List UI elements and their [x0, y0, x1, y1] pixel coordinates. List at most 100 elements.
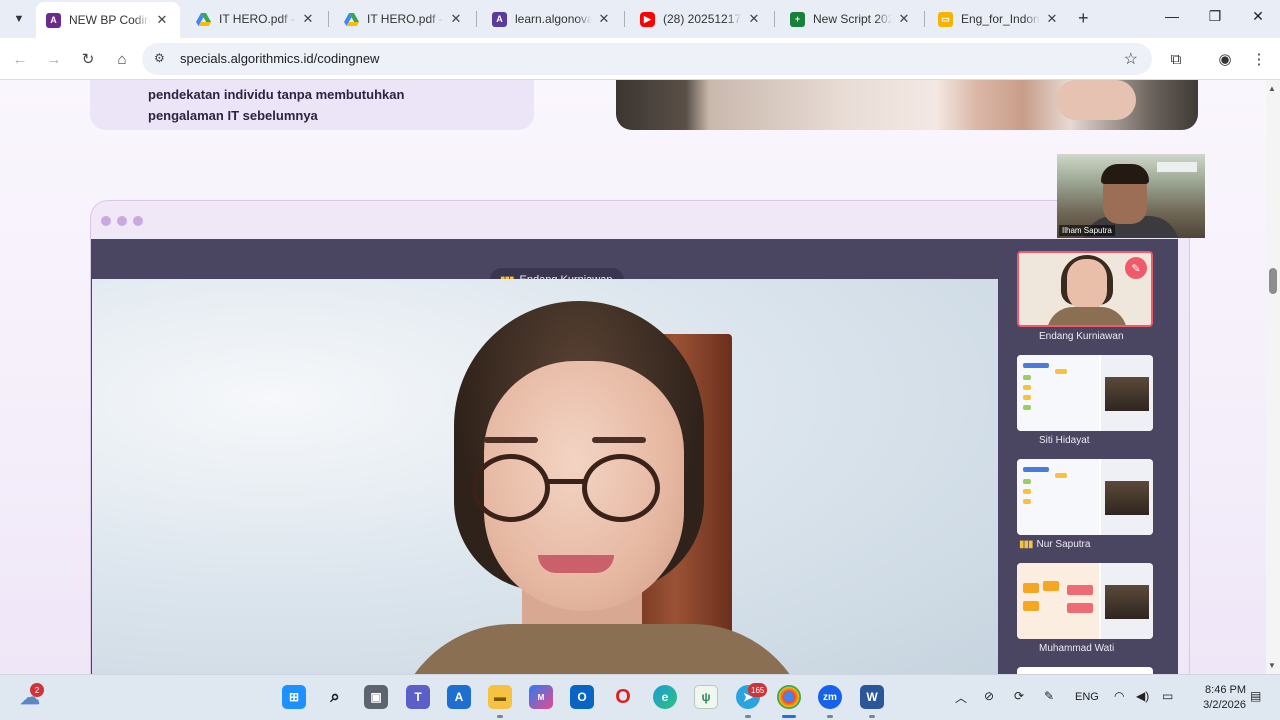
battery-icon: ▭	[1162, 689, 1174, 703]
shirt-shape	[392, 624, 812, 674]
close-icon[interactable]: ✕	[1044, 11, 1060, 27]
forward-button[interactable]: →	[44, 49, 64, 69]
participant-tile[interactable]	[1017, 667, 1153, 674]
participant-tile[interactable]: ✎	[1017, 251, 1153, 327]
azure-app[interactable]: A	[447, 685, 471, 709]
close-icon[interactable]: ✕	[746, 11, 762, 27]
tray-app-icon[interactable]: ⊘	[984, 689, 994, 703]
wifi-status[interactable]: ◠	[1114, 689, 1124, 703]
task-view-icon: ▣	[370, 690, 382, 704]
hand-shape	[1056, 80, 1136, 120]
edge-app[interactable]: e	[653, 685, 677, 709]
new-tab-button[interactable]: +	[1078, 8, 1089, 29]
close-icon[interactable]: ✕	[448, 11, 464, 27]
site-settings-icon[interactable]: ⚙	[154, 51, 165, 65]
tab-0[interactable]: A NEW BP Coding ✕	[36, 2, 180, 38]
tab-title: NEW BP Coding	[69, 13, 150, 27]
search-button[interactable]: ⌕	[323, 685, 347, 709]
glasses-lens	[472, 454, 550, 522]
m365-icon: M	[537, 692, 545, 702]
participant-name: Siti Hidayat	[1039, 435, 1090, 446]
participant-tile[interactable]	[1017, 459, 1153, 535]
tab-4[interactable]: ▶ (28) 20251217 t ✕	[630, 4, 772, 34]
scroll-up-arrow[interactable]: ▲	[1268, 84, 1276, 93]
edge-icon: e	[661, 690, 669, 704]
tab-5[interactable]: + New Script 2026 ✕	[780, 4, 922, 34]
minimize-button[interactable]: —	[1162, 8, 1182, 24]
extensions-button[interactable]: ⧉	[1166, 49, 1186, 69]
wifi-icon: ◠	[1114, 689, 1125, 703]
google-drive-icon	[196, 12, 211, 27]
tab-6[interactable]: ▭ Eng_for_Indones ✕	[928, 4, 1070, 34]
scrollbar-thumb[interactable]	[1269, 268, 1277, 294]
tab-title: New Script 2026	[813, 12, 892, 26]
language-indicator[interactable]: ENG	[1075, 691, 1099, 703]
participant-tile[interactable]	[1017, 355, 1153, 431]
battery-status[interactable]: ▭	[1162, 689, 1173, 703]
teams-app[interactable]: T	[406, 685, 430, 709]
running-indicator-active	[782, 715, 796, 718]
webcam-name-label: Ilham Saputra	[1059, 225, 1115, 236]
scroll-down-arrow[interactable]: ▼	[1268, 661, 1276, 670]
page-scrollbar[interactable]	[1266, 80, 1280, 674]
running-indicator	[497, 715, 503, 718]
show-hidden-icons[interactable]: ︿	[955, 689, 967, 706]
reload-button[interactable]: ↻	[78, 49, 98, 69]
zoom-app[interactable]: zm	[818, 685, 842, 709]
volume-status[interactable]: ◀)	[1136, 689, 1149, 703]
participant-tile[interactable]	[1017, 563, 1153, 639]
close-icon[interactable]: ✕	[896, 11, 912, 27]
url-text[interactable]: specials.algorithmics.id/codingnew	[180, 51, 379, 66]
outlook-icon: O	[577, 690, 587, 704]
running-indicator	[827, 715, 833, 718]
close-window-button[interactable]: ✕	[1248, 8, 1268, 25]
tray-app-icon[interactable]: ⟳	[1014, 689, 1024, 703]
close-icon[interactable]: ✕	[154, 12, 170, 28]
eyebrow	[484, 437, 538, 443]
menu-button[interactable]: ⋮	[1249, 49, 1269, 69]
close-icon[interactable]: ✕	[300, 11, 316, 27]
tab-search-button[interactable]: ▼	[6, 6, 32, 32]
chrome-app[interactable]	[777, 685, 801, 709]
close-icon[interactable]: ✕	[596, 11, 612, 27]
opera-app[interactable]: O	[611, 685, 635, 709]
chevron-down-icon: ▼	[13, 13, 25, 25]
folder-icon: ▬	[494, 690, 506, 704]
notes-app[interactable]: ψ	[694, 685, 718, 709]
back-button[interactable]: ←	[10, 49, 30, 69]
background-ac-unit	[1157, 162, 1197, 172]
task-view-button[interactable]: ▣	[364, 685, 388, 709]
system-clock[interactable]: 8:46 PM 3/2/2026	[1190, 683, 1246, 713]
outlook-app[interactable]: O	[570, 685, 594, 709]
start-button[interactable]: ⊞	[282, 685, 306, 709]
pin-icon[interactable]: ✎	[1125, 257, 1147, 279]
clock-date: 3/2/2026	[1203, 699, 1246, 711]
notifications-button[interactable]: ▤	[1250, 689, 1261, 703]
speaker-icon: ◀)	[1136, 689, 1150, 703]
tab-2[interactable]: IT HERO.pdf - Go ✕	[334, 4, 474, 34]
tab-separator	[328, 11, 329, 27]
tab-separator	[476, 11, 477, 27]
face-shape	[1067, 259, 1107, 311]
screen-share-right	[1101, 563, 1153, 639]
floating-webcam[interactable]: Ilham Saputra	[1057, 154, 1205, 238]
bookmark-star-icon[interactable]: ☆	[1124, 49, 1138, 69]
participant-name-row: ▮▮▮ Nur Saputra	[1019, 539, 1090, 550]
address-bar[interactable]: ⚙ specials.algorithmics.id/codingnew ☆	[142, 43, 1152, 75]
tab-3[interactable]: A learn.algonova.id ✕	[482, 4, 622, 34]
word-app[interactable]: W	[860, 685, 884, 709]
running-indicator	[869, 715, 875, 718]
weather-badge: 2	[30, 683, 44, 697]
m365-app[interactable]: M	[529, 685, 553, 709]
file-explorer-app[interactable]: ▬	[488, 685, 512, 709]
window-dot	[117, 216, 127, 226]
tab-1[interactable]: IT HERO.pdf - Go ✕	[186, 4, 326, 34]
clock-time: 8:46 PM	[1205, 684, 1246, 696]
tray-app-icon[interactable]: ✎	[1044, 689, 1054, 703]
tab-separator	[774, 11, 775, 27]
shirt-shape	[1047, 307, 1127, 325]
audio-bars-icon: ▮▮▮	[1019, 539, 1033, 550]
home-button[interactable]: ⌂	[112, 49, 132, 69]
restore-button[interactable]: ❐	[1205, 8, 1225, 25]
profile-button[interactable]: ◉	[1215, 49, 1235, 69]
